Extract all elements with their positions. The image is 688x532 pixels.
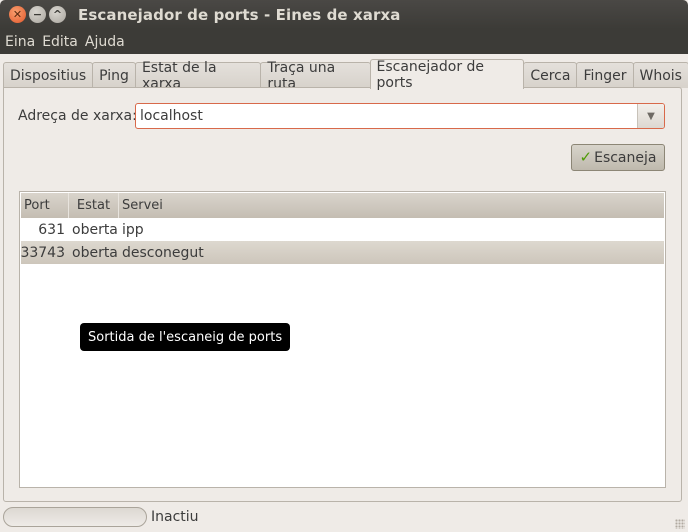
- table-row[interactable]: 33743 oberta desconegut: [20, 241, 664, 264]
- column-header-estat[interactable]: Estat: [69, 193, 119, 218]
- window-title: Escanejador de ports - Eines de xarxa: [78, 5, 401, 24]
- cell-estat: oberta: [72, 244, 118, 261]
- tab-traca-ruta[interactable]: Traça una ruta: [260, 60, 371, 92]
- table-header: Port Estat Servei: [21, 193, 664, 218]
- table-row[interactable]: 631 oberta ipp: [21, 218, 664, 241]
- tab-bar: Dispositius Ping Estat de la xarxa Traça…: [3, 59, 688, 92]
- title-bar: ✕ − ^ Escanejador de ports - Eines de xa…: [0, 0, 688, 29]
- tooltip: Sortida de l'escaneig de ports: [80, 323, 291, 351]
- minimize-icon[interactable]: −: [29, 6, 46, 23]
- window-controls: ✕ − ^: [9, 6, 66, 23]
- tab-dispositius[interactable]: Dispositius: [3, 62, 94, 88]
- tab-cerca[interactable]: Cerca: [523, 62, 578, 88]
- resize-grip-icon[interactable]: [675, 519, 685, 529]
- address-input[interactable]: [136, 104, 637, 128]
- cell-servei: desconegut: [122, 244, 204, 261]
- column-header-servei[interactable]: Servei: [119, 193, 664, 218]
- scan-button[interactable]: ✓ Escaneja: [571, 144, 665, 171]
- cell-estat: oberta: [72, 221, 118, 238]
- status-text: Inactiu: [151, 509, 199, 525]
- dropdown-arrow-icon[interactable]: ▼: [637, 104, 664, 128]
- progress-bar: [3, 507, 147, 527]
- tab-estat-xarxa[interactable]: Estat de la xarxa: [134, 60, 262, 92]
- check-icon: ✓: [579, 148, 593, 166]
- menu-bar: Eina Edita Ajuda: [0, 29, 688, 54]
- cell-servei: ipp: [122, 221, 144, 238]
- tab-whois[interactable]: Whois: [632, 62, 688, 88]
- scan-button-label: Escaneja: [594, 149, 657, 166]
- tab-escanejador-ports[interactable]: Escanejador de ports: [369, 59, 525, 91]
- cell-port: 33743: [20, 244, 65, 261]
- maximize-icon[interactable]: ^: [49, 6, 66, 23]
- tab-ping[interactable]: Ping: [92, 62, 136, 88]
- cell-port: 631: [38, 221, 65, 238]
- column-header-port[interactable]: Port: [21, 193, 69, 218]
- menu-ajuda[interactable]: Ajuda: [85, 34, 125, 50]
- address-combo: ▼: [135, 103, 665, 129]
- menu-edita[interactable]: Edita: [42, 34, 78, 50]
- menu-eina[interactable]: Eina: [5, 34, 35, 50]
- close-icon[interactable]: ✕: [9, 6, 26, 23]
- tab-finger[interactable]: Finger: [576, 62, 634, 88]
- address-label: Adreça de xarxa:: [18, 108, 137, 124]
